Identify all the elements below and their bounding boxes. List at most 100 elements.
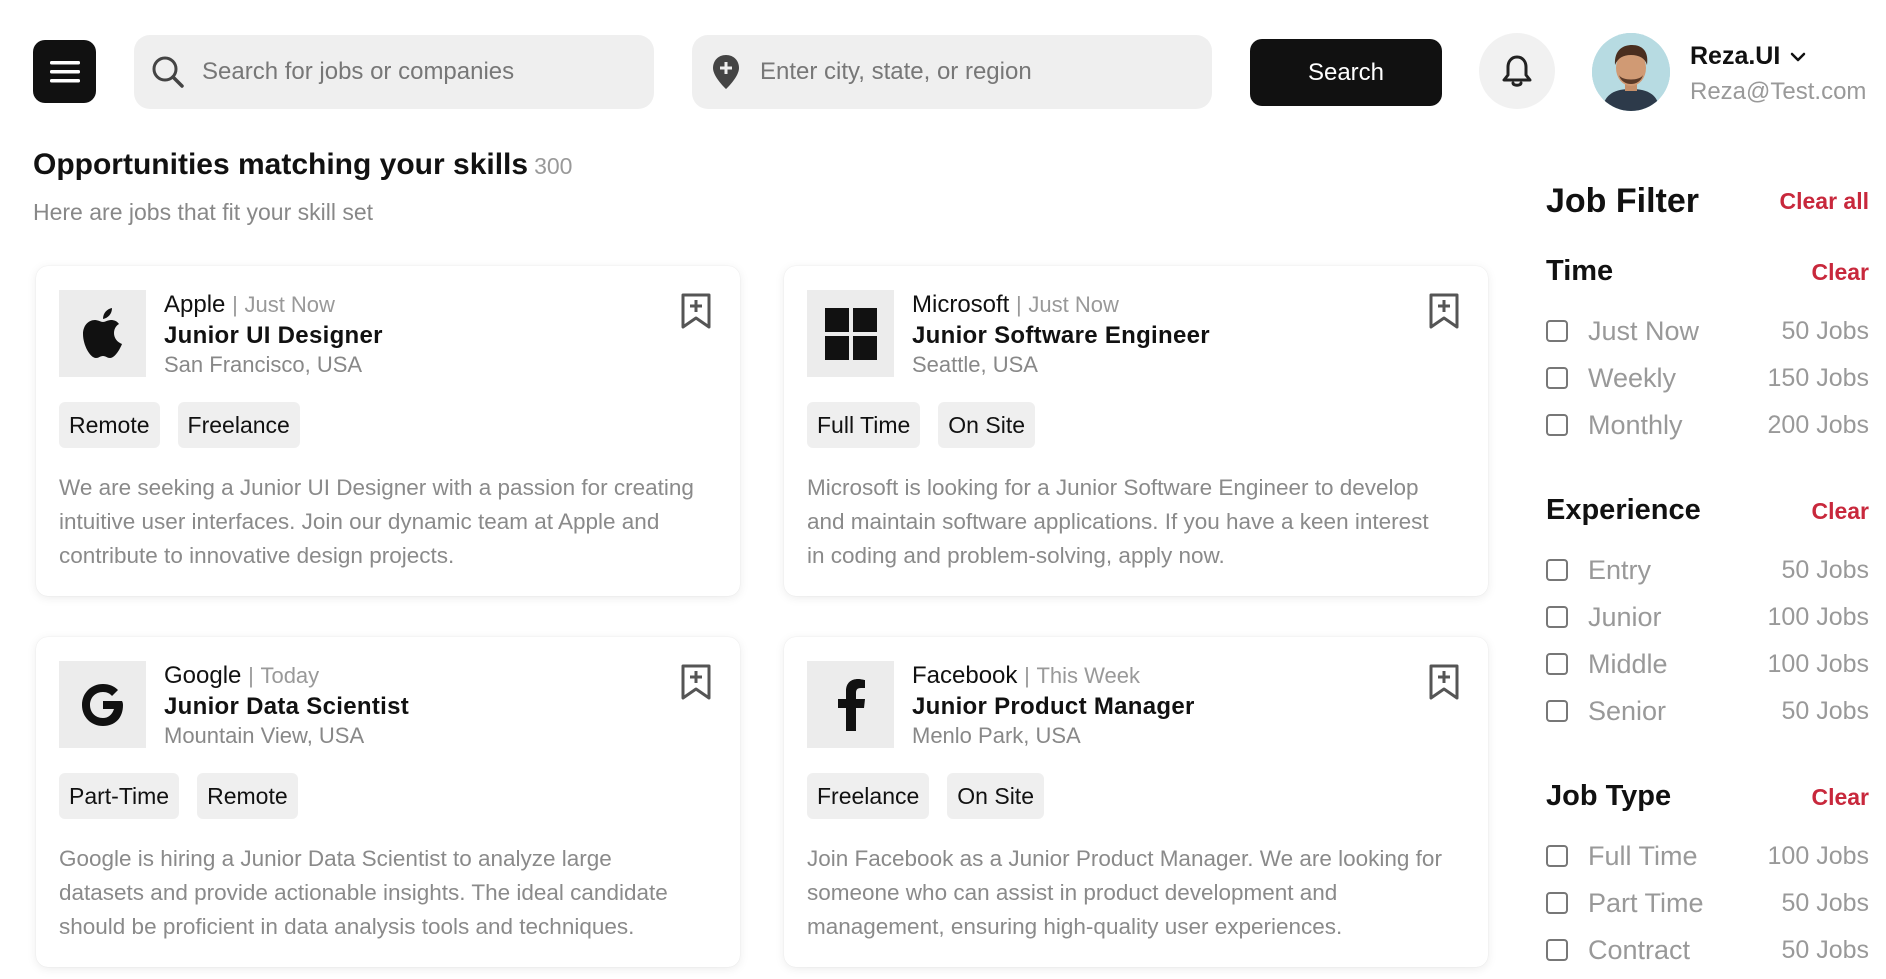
- search-button[interactable]: Search: [1250, 39, 1442, 106]
- checkbox[interactable]: [1546, 845, 1568, 867]
- clear-link[interactable]: Clear: [1811, 784, 1869, 811]
- filter-option[interactable]: Part Time 50 Jobs: [1546, 885, 1869, 921]
- job-header: Apple | Just Now Junior UI Designer San …: [164, 290, 383, 378]
- job-tag[interactable]: On Site: [947, 773, 1044, 819]
- filter-option-count: 100 Jobs: [1767, 602, 1869, 631]
- bookmark-add-icon: [1429, 664, 1459, 700]
- job-search-box[interactable]: [134, 35, 654, 109]
- job-location: Menlo Park, USA: [912, 723, 1081, 748]
- filter-section-time: Time Clear Just Now 50 Jobs Weekly 150 J…: [1546, 255, 1869, 440]
- separator: |: [232, 292, 238, 317]
- filter-option-label: Entry: [1588, 554, 1652, 585]
- company-name: Apple: [164, 291, 226, 318]
- location-pin-icon: [706, 52, 746, 92]
- page-title-text: Opportunities matching your skills: [33, 148, 529, 181]
- user-menu[interactable]: Reza.UI: [1690, 42, 1806, 71]
- job-description: We are seeking a Junior UI Designer with…: [59, 475, 694, 568]
- job-description: Google is hiring a Junior Data Scientist…: [59, 846, 668, 939]
- job-location: San Francisco, USA: [164, 352, 363, 377]
- checkbox[interactable]: [1546, 320, 1568, 342]
- job-tag[interactable]: Freelance: [807, 773, 930, 819]
- filter-option[interactable]: Middle 100 Jobs: [1546, 646, 1869, 682]
- job-tags: Freelance On Site: [807, 773, 1044, 819]
- user-name: Reza.UI: [1690, 42, 1781, 70]
- bookmark-button[interactable]: [1428, 292, 1460, 335]
- filter-option-label: Monthly: [1588, 409, 1683, 440]
- search-icon: [148, 52, 188, 92]
- company-logo: [59, 661, 146, 748]
- user-photo-icon: [1592, 33, 1670, 111]
- posted-time: Just Now: [1028, 292, 1119, 317]
- location-search-input[interactable]: [760, 58, 1190, 86]
- job-title[interactable]: Junior UI Designer: [164, 320, 383, 352]
- job-card[interactable]: Google | Today Junior Data Scientist Mou…: [36, 637, 740, 967]
- filter-option-label: Junior: [1588, 601, 1662, 632]
- job-tag[interactable]: Full Time: [807, 402, 921, 448]
- job-tag[interactable]: Part-Time: [59, 773, 180, 819]
- checkbox[interactable]: [1546, 653, 1568, 675]
- filter-option-count: 100 Jobs: [1767, 841, 1869, 870]
- clear-link[interactable]: Clear: [1811, 498, 1869, 525]
- bookmark-button[interactable]: [680, 292, 712, 335]
- company-line: Apple | Just Now: [164, 290, 383, 320]
- filter-option-count: 50 Jobs: [1781, 888, 1869, 917]
- company-line: Google | Today: [164, 661, 409, 691]
- filter-option[interactable]: Entry 50 Jobs: [1546, 552, 1869, 588]
- filter-option[interactable]: Contract 50 Jobs: [1546, 932, 1869, 968]
- job-search-input[interactable]: [202, 58, 632, 86]
- checkbox[interactable]: [1546, 700, 1568, 722]
- filter-option-label: Just Now: [1588, 315, 1700, 346]
- filter-option[interactable]: Junior 100 Jobs: [1546, 599, 1869, 635]
- page-title: Opportunities matching your skills 300: [33, 148, 572, 182]
- posted-time: Just Now: [244, 292, 335, 317]
- company-logo: [59, 290, 146, 377]
- job-header: Google | Today Junior Data Scientist Mou…: [164, 661, 409, 749]
- job-tag[interactable]: On Site: [938, 402, 1036, 448]
- filter-option[interactable]: Just Now 50 Jobs: [1546, 313, 1869, 349]
- job-tags: Remote Freelance: [59, 402, 300, 448]
- filter-title: Job Filter: [1546, 182, 1700, 220]
- google-logo-icon: [81, 683, 123, 726]
- filter-option-count: 100 Jobs: [1767, 649, 1869, 678]
- separator: |: [1016, 292, 1022, 317]
- bookmark-button[interactable]: [1428, 663, 1460, 706]
- filter-option[interactable]: Weekly 150 Jobs: [1546, 360, 1869, 396]
- filter-option[interactable]: Full Time 100 Jobs: [1546, 838, 1869, 874]
- company-name: Facebook: [912, 662, 1018, 689]
- job-title[interactable]: Junior Data Scientist: [164, 691, 409, 723]
- location-search-box[interactable]: [692, 35, 1212, 109]
- job-tag[interactable]: Freelance: [177, 402, 300, 448]
- checkbox[interactable]: [1546, 559, 1568, 581]
- checkbox[interactable]: [1546, 367, 1568, 389]
- filter-option-label: Middle: [1588, 648, 1668, 679]
- clear-all-link[interactable]: Clear all: [1780, 188, 1870, 215]
- menu-button[interactable]: [33, 40, 96, 103]
- checkbox[interactable]: [1546, 606, 1568, 628]
- bookmark-add-icon: [681, 293, 711, 329]
- bookmark-button[interactable]: [680, 663, 712, 706]
- windows-logo-icon: [824, 307, 877, 360]
- clear-link[interactable]: Clear: [1811, 259, 1869, 286]
- filter-option[interactable]: Monthly 200 Jobs: [1546, 407, 1869, 443]
- checkbox[interactable]: [1546, 892, 1568, 914]
- filter-option-count: 50 Jobs: [1781, 316, 1869, 345]
- filter-option-label: Part Time: [1588, 887, 1704, 918]
- job-tag[interactable]: Remote: [59, 402, 160, 448]
- checkbox[interactable]: [1546, 414, 1568, 436]
- company-name: Google: [164, 662, 242, 689]
- filter-option[interactable]: Senior 50 Jobs: [1546, 693, 1869, 729]
- bookmark-add-icon: [1429, 293, 1459, 329]
- filter-option-count: 50 Jobs: [1781, 935, 1869, 964]
- job-title[interactable]: Junior Software Engineer: [912, 320, 1210, 352]
- job-title[interactable]: Junior Product Manager: [912, 691, 1195, 723]
- job-card[interactable]: Microsoft | Just Now Junior Software Eng…: [784, 266, 1488, 596]
- job-card[interactable]: Apple | Just Now Junior UI Designer San …: [36, 266, 740, 596]
- checkbox[interactable]: [1546, 939, 1568, 961]
- job-location: Mountain View, USA: [164, 723, 365, 748]
- company-logo: [807, 661, 894, 748]
- job-card[interactable]: Facebook | This Week Junior Product Mana…: [784, 637, 1488, 967]
- notifications-button[interactable]: [1479, 33, 1555, 109]
- job-tag[interactable]: Remote: [197, 773, 298, 819]
- bell-icon: [1502, 55, 1532, 87]
- avatar[interactable]: [1592, 33, 1670, 111]
